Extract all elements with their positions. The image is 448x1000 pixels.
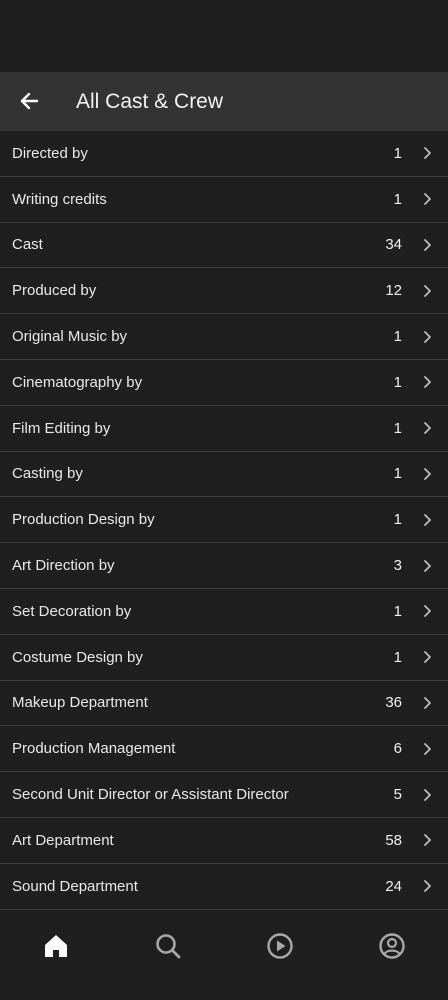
chevron-right-icon bbox=[421, 330, 433, 344]
category-label: Production Design by bbox=[12, 511, 155, 529]
category-count: 5 bbox=[393, 786, 402, 804]
category-label: Writing credits bbox=[12, 190, 107, 208]
category-count: 34 bbox=[385, 236, 402, 254]
chevron-right-icon bbox=[421, 742, 433, 756]
category-label: Makeup Department bbox=[12, 694, 148, 712]
credit-category-row[interactable]: Second Unit Director or Assistant Direct… bbox=[0, 772, 448, 818]
chevron-right-icon bbox=[421, 421, 433, 435]
app-bar: All Cast & Crew bbox=[0, 72, 448, 131]
category-label: Art Department bbox=[12, 831, 114, 849]
credit-category-row[interactable]: Film Editing by 1 bbox=[0, 406, 448, 452]
chevron-right-icon bbox=[421, 879, 433, 893]
category-count: 1 bbox=[393, 328, 402, 346]
chevron-right-icon bbox=[421, 650, 433, 664]
category-count: 1 bbox=[393, 465, 402, 483]
credit-category-row[interactable]: Art Direction by 3 bbox=[0, 543, 448, 589]
status-bar bbox=[0, 0, 448, 72]
category-count: 6 bbox=[393, 740, 402, 758]
credit-category-row[interactable]: Production Design by 1 bbox=[0, 497, 448, 544]
chevron-right-icon bbox=[421, 696, 433, 710]
credit-category-row[interactable]: Production Management 6 bbox=[0, 726, 448, 773]
credit-category-row[interactable]: Makeup Department 36 bbox=[0, 681, 448, 727]
page-title: All Cast & Crew bbox=[76, 90, 224, 113]
credit-category-row[interactable]: Art Department 58 bbox=[0, 818, 448, 864]
nav-play[interactable] bbox=[224, 917, 336, 975]
category-count: 1 bbox=[393, 511, 402, 529]
nav-account[interactable] bbox=[336, 917, 448, 975]
category-count: 3 bbox=[393, 557, 402, 575]
category-count: 1 bbox=[393, 373, 402, 391]
category-label: Original Music by bbox=[12, 328, 128, 346]
chevron-right-icon bbox=[421, 284, 433, 298]
credits-list: Directed by 1 Writing credits 1 Cast 34 Produc… bbox=[0, 131, 448, 910]
category-label: Cast bbox=[12, 236, 43, 254]
chevron-right-icon bbox=[421, 192, 433, 206]
chevron-right-icon bbox=[421, 146, 433, 160]
nav-home[interactable] bbox=[0, 917, 112, 975]
category-label: Directed by bbox=[12, 144, 88, 162]
credit-category-row[interactable]: Set Decoration by 1 bbox=[0, 589, 448, 635]
category-count: 36 bbox=[385, 694, 402, 712]
chevron-right-icon bbox=[421, 238, 433, 252]
category-count: 24 bbox=[385, 877, 402, 895]
credit-category-row[interactable]: Original Music by 1 bbox=[0, 314, 448, 360]
category-count: 58 bbox=[385, 831, 402, 849]
category-count: 1 bbox=[393, 602, 402, 620]
category-count: 1 bbox=[393, 648, 402, 666]
category-label: Second Unit Director or Assistant Direct… bbox=[12, 786, 289, 804]
credit-category-row[interactable]: Casting by 1 bbox=[0, 452, 448, 498]
nav-search[interactable] bbox=[112, 917, 224, 975]
category-label: Produced by bbox=[12, 282, 97, 300]
category-label: Cinematography by bbox=[12, 373, 143, 391]
category-count: 1 bbox=[393, 419, 402, 437]
category-label: Film Editing by bbox=[12, 419, 111, 437]
credit-category-row[interactable]: Sound Department 24 bbox=[0, 864, 448, 910]
account-icon bbox=[379, 933, 405, 959]
arrow-left-icon bbox=[20, 92, 39, 110]
category-label: Sound Department bbox=[12, 877, 138, 895]
home-icon bbox=[45, 935, 67, 957]
chevron-right-icon bbox=[421, 559, 433, 573]
play-circle-icon bbox=[267, 933, 293, 959]
credit-category-row[interactable]: Cinematography by 1 bbox=[0, 360, 448, 406]
system-nav-strip bbox=[0, 975, 448, 1000]
bottom-navigation bbox=[0, 917, 448, 975]
chevron-right-icon bbox=[421, 833, 433, 847]
credit-category-row[interactable]: Writing credits 1 bbox=[0, 177, 448, 223]
chevron-right-icon bbox=[421, 604, 433, 618]
category-count: 12 bbox=[385, 282, 402, 300]
search-icon bbox=[156, 934, 181, 959]
chevron-right-icon bbox=[421, 375, 433, 389]
chevron-right-icon bbox=[421, 513, 433, 527]
credit-category-row[interactable]: Cast 34 bbox=[0, 223, 448, 269]
category-label: Production Management bbox=[12, 740, 176, 758]
category-count: 1 bbox=[393, 144, 402, 162]
category-label: Art Direction by bbox=[12, 557, 115, 575]
category-label: Casting by bbox=[12, 465, 83, 483]
credit-category-row[interactable]: Costume Design by 1 bbox=[0, 635, 448, 681]
back-button[interactable] bbox=[14, 86, 44, 116]
credit-category-row[interactable]: Directed by 1 bbox=[0, 131, 448, 177]
category-label: Set Decoration by bbox=[12, 602, 132, 620]
category-count: 1 bbox=[393, 190, 402, 208]
chevron-right-icon bbox=[421, 467, 433, 481]
credit-category-row[interactable]: Produced by 12 bbox=[0, 268, 448, 315]
category-label: Costume Design by bbox=[12, 648, 143, 666]
chevron-right-icon bbox=[421, 788, 433, 802]
